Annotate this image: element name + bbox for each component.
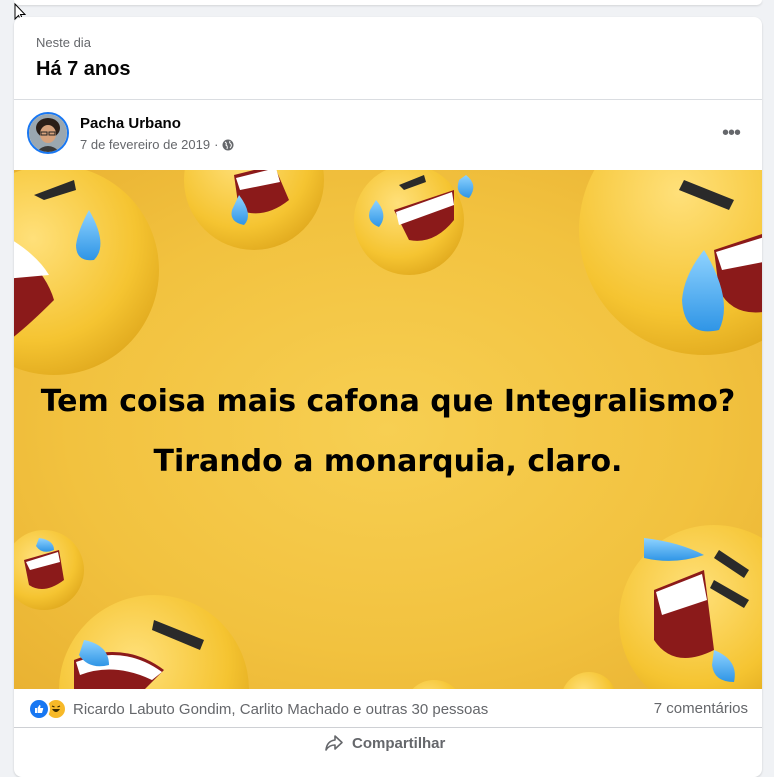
memory-header: Neste dia Há 7 anos (14, 17, 762, 100)
reactors-text[interactable]: Ricardo Labuto Gondim, Carlito Machado e… (73, 701, 488, 718)
post-author-name[interactable]: Pacha Urbano (80, 115, 181, 132)
post-actions: Compartilhar (14, 728, 762, 768)
avatar[interactable] (27, 112, 69, 154)
globe-icon (222, 139, 234, 150)
post-meta: 7 de fevereiro de 2019 · (80, 137, 234, 152)
reactions-summary: Ricardo Labuto Gondim, Carlito Machado e… (14, 689, 762, 728)
post-date[interactable]: 7 de fevereiro de 2019 (80, 137, 210, 152)
comments-count[interactable]: 7 comentários (654, 700, 748, 717)
previous-card-edge (0, 0, 774, 16)
share-button[interactable]: Compartilhar (324, 734, 445, 752)
share-icon (325, 735, 343, 751)
share-label: Compartilhar (352, 734, 446, 752)
like-icon[interactable] (28, 698, 50, 720)
more-options-icon[interactable]: ••• (714, 118, 748, 148)
memory-card: Neste dia Há 7 anos Pacha Urbano 7 de fe… (14, 17, 762, 777)
meta-separator: · (214, 137, 219, 152)
avatar-portrait-icon (29, 114, 67, 152)
image-caption-line-1: Tem coisa mais cafona que Integralismo? (40, 384, 736, 419)
image-caption-line-2: Tirando a monarquia, claro. (153, 444, 623, 479)
post-image[interactable]: Tem coisa mais cafona que Integralismo? … (14, 170, 762, 689)
laughing-emoji-decoration (14, 170, 762, 689)
reactions-left[interactable]: Ricardo Labuto Gondim, Carlito Machado e… (28, 698, 488, 720)
post-header: Pacha Urbano 7 de fevereiro de 2019 · ••… (14, 100, 762, 170)
memory-title: Há 7 anos (36, 58, 131, 80)
memory-label: Neste dia (36, 35, 91, 50)
